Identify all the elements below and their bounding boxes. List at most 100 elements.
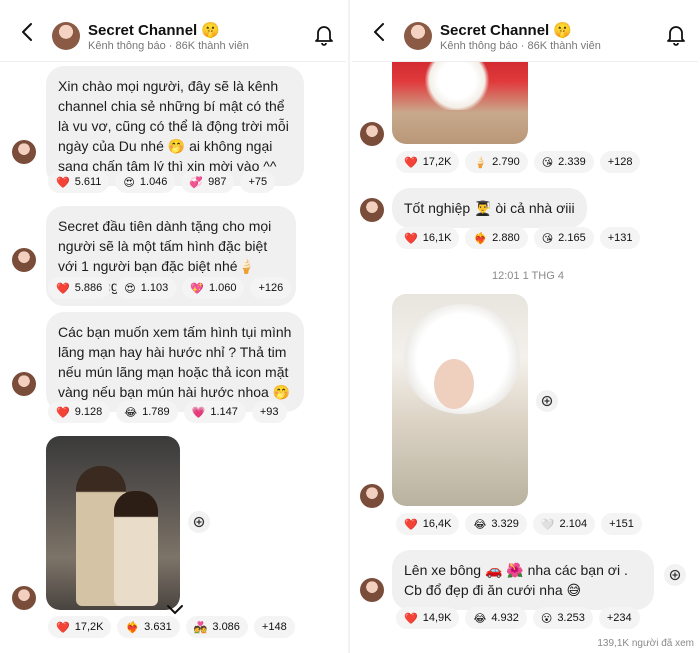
back-arrow-icon[interactable]: [18, 22, 38, 42]
reaction-count: 3.086: [212, 621, 240, 633]
heart-on-fire-reaction-icon: ❤️‍🔥: [473, 232, 488, 245]
channel-header: Secret Channel 🤫 Kênh thông báo · 86K th…: [352, 0, 698, 62]
reaction-chip[interactable]: ❤️‍🔥 2.880: [465, 227, 528, 249]
reaction-count: +151: [609, 518, 634, 530]
reaction-count: 3.631: [144, 621, 172, 633]
reaction-chip[interactable]: ❤️ 17,2K: [48, 616, 112, 638]
channel-title[interactable]: Secret Channel 🤫: [88, 21, 220, 39]
share-icon[interactable]: [188, 511, 210, 533]
reaction-chip[interactable]: 💗 1.147: [183, 401, 246, 423]
reaction-count: 987: [208, 176, 227, 188]
more-reactions-chip[interactable]: +151: [601, 513, 642, 535]
back-arrow-icon[interactable]: [370, 22, 390, 42]
sender-avatar[interactable]: [360, 484, 384, 508]
reaction-count: +131: [607, 232, 633, 244]
heart-reaction-icon: ❤️: [56, 406, 70, 419]
more-reactions-chip[interactable]: +126: [250, 277, 292, 299]
more-reactions-chip[interactable]: +93: [251, 401, 287, 423]
channel-avatar[interactable]: [52, 22, 80, 50]
reaction-chip[interactable]: 😂 4.932: [465, 607, 527, 629]
right-chat-panel: Secret Channel 🤫 Kênh thông báo · 86K th…: [352, 0, 698, 653]
photo-figure: [114, 491, 158, 606]
reaction-count: 2.880: [492, 232, 520, 244]
sender-avatar[interactable]: [360, 122, 384, 146]
reaction-bar: ❤️ 9.128 😂 1.789 💗 1.147 +93: [48, 400, 293, 424]
panel-divider: [348, 0, 350, 653]
message-bubble[interactable]: Tốt nghiệp 👨‍🎓 òi cả nhà ơiii: [392, 188, 587, 228]
reaction-chip[interactable]: 😘 2.339: [533, 151, 594, 173]
reaction-count: 3.253: [557, 612, 585, 624]
channel-title-emoji: 🤫: [201, 22, 221, 39]
reaction-count: 2.790: [492, 156, 520, 168]
sender-avatar[interactable]: [360, 578, 384, 602]
more-reactions-chip[interactable]: +131: [599, 227, 641, 249]
reaction-chip[interactable]: ❤️ 16,1K: [396, 227, 460, 249]
sender-avatar[interactable]: [12, 586, 36, 610]
heart-reaction-icon: ❤️: [56, 621, 70, 634]
channel-header: Secret Channel 🤫 Kênh thông báo · 86K th…: [0, 0, 346, 62]
reaction-chip[interactable]: 💖 1.060: [182, 277, 245, 299]
message-bubble[interactable]: Xin chào mọi người, đây sẽ là kênh chann…: [46, 66, 304, 186]
sender-avatar[interactable]: [12, 140, 36, 164]
reaction-chip[interactable]: 🍦 2.790: [465, 151, 528, 173]
reaction-chip[interactable]: 💑 3.086: [185, 616, 248, 638]
reaction-chip[interactable]: 😂 1.789: [116, 401, 178, 423]
bell-icon[interactable]: [666, 24, 686, 46]
reaction-chip[interactable]: ❤️ 5.886: [48, 277, 111, 299]
reaction-chip[interactable]: 😍 1.046: [115, 171, 176, 193]
reaction-count: +234: [606, 612, 632, 624]
reaction-chip[interactable]: 😂 3.329: [465, 513, 527, 535]
reaction-chip[interactable]: 🤍 2.104: [532, 513, 596, 535]
sender-avatar[interactable]: [360, 198, 384, 222]
reaction-chip[interactable]: 😘 2.165: [533, 227, 594, 249]
reaction-chip[interactable]: ❤️ 9.128: [48, 401, 111, 423]
kiss-reaction-icon: 😘: [541, 232, 554, 245]
heart-reaction-icon: ❤️: [56, 176, 70, 189]
more-reactions-chip[interactable]: +128: [599, 151, 641, 173]
sparkling-heart-reaction-icon: 💖: [190, 282, 204, 295]
heart-on-fire-reaction-icon: ❤️‍🔥: [125, 621, 140, 634]
share-icon[interactable]: [664, 564, 686, 586]
bride-photo[interactable]: [392, 294, 528, 506]
heart-reaction-icon: ❤️: [404, 232, 418, 245]
channel-avatar[interactable]: [404, 22, 432, 50]
reaction-chip[interactable]: ❤️ 5.611: [48, 171, 110, 193]
more-reactions-chip[interactable]: +75: [240, 171, 276, 193]
sender-avatar[interactable]: [12, 248, 36, 272]
left-chat-panel: Secret Channel 🤫 Kênh thông báo · 86K th…: [0, 0, 346, 653]
channel-title-emoji: 🤫: [553, 22, 573, 39]
bell-icon[interactable]: [314, 24, 334, 46]
reaction-count: 16,1K: [422, 232, 452, 244]
sender-avatar[interactable]: [12, 372, 36, 396]
reaction-chip[interactable]: 😮 3.253: [532, 607, 593, 629]
reaction-bar: ❤️ 17,2K ❤️‍🔥 3.631 💑 3.086 +148: [48, 615, 301, 639]
reaction-count: +126: [258, 282, 284, 294]
reaction-count: 3.329: [491, 518, 519, 530]
heart-reaction-icon: ❤️: [404, 156, 418, 169]
reaction-count: +93: [259, 406, 279, 418]
reaction-count: 17,2K: [74, 621, 104, 633]
reaction-count: 17,2K: [422, 156, 452, 168]
reaction-chip[interactable]: 💞 987: [181, 171, 235, 193]
heart-eyes-reaction-icon: 😍: [124, 282, 136, 295]
reaction-count: 14,9K: [422, 612, 452, 624]
more-reactions-chip[interactable]: +148: [253, 616, 295, 638]
couple-photo[interactable]: [46, 436, 180, 610]
reaction-count: 9.128: [74, 406, 103, 418]
reaction-count: 4.932: [491, 612, 519, 624]
reaction-chip[interactable]: ❤️ 14,9K: [396, 607, 460, 629]
laughing-reaction-icon: 😂: [124, 406, 138, 419]
message-bubble[interactable]: Lên xe bông 🚗 🌺 nha các bạn ơi . Cb đổ đ…: [392, 550, 654, 610]
share-icon[interactable]: [536, 390, 558, 412]
message-bubble[interactable]: Các bạn muốn xem tấm hình tụi mình lãng …: [46, 312, 304, 412]
channel-subtitle: Kênh thông báo · 86K thành viên: [440, 40, 601, 52]
reaction-chip[interactable]: ❤️‍🔥 3.631: [117, 616, 180, 638]
reaction-bar: ❤️ 16,1K ❤️‍🔥 2.880 😘 2.165 +131: [396, 226, 646, 250]
channel-title[interactable]: Secret Channel 🤫: [440, 21, 572, 39]
more-reactions-chip[interactable]: +234: [598, 607, 640, 629]
pink-heart-reaction-icon: 💗: [191, 406, 206, 419]
heart-reaction-icon: ❤️: [404, 612, 418, 625]
reaction-chip[interactable]: ❤️ 16,4K: [396, 513, 460, 535]
reaction-chip[interactable]: ❤️ 17,2K: [396, 151, 460, 173]
reaction-chip[interactable]: 😍 1.103: [116, 277, 177, 299]
